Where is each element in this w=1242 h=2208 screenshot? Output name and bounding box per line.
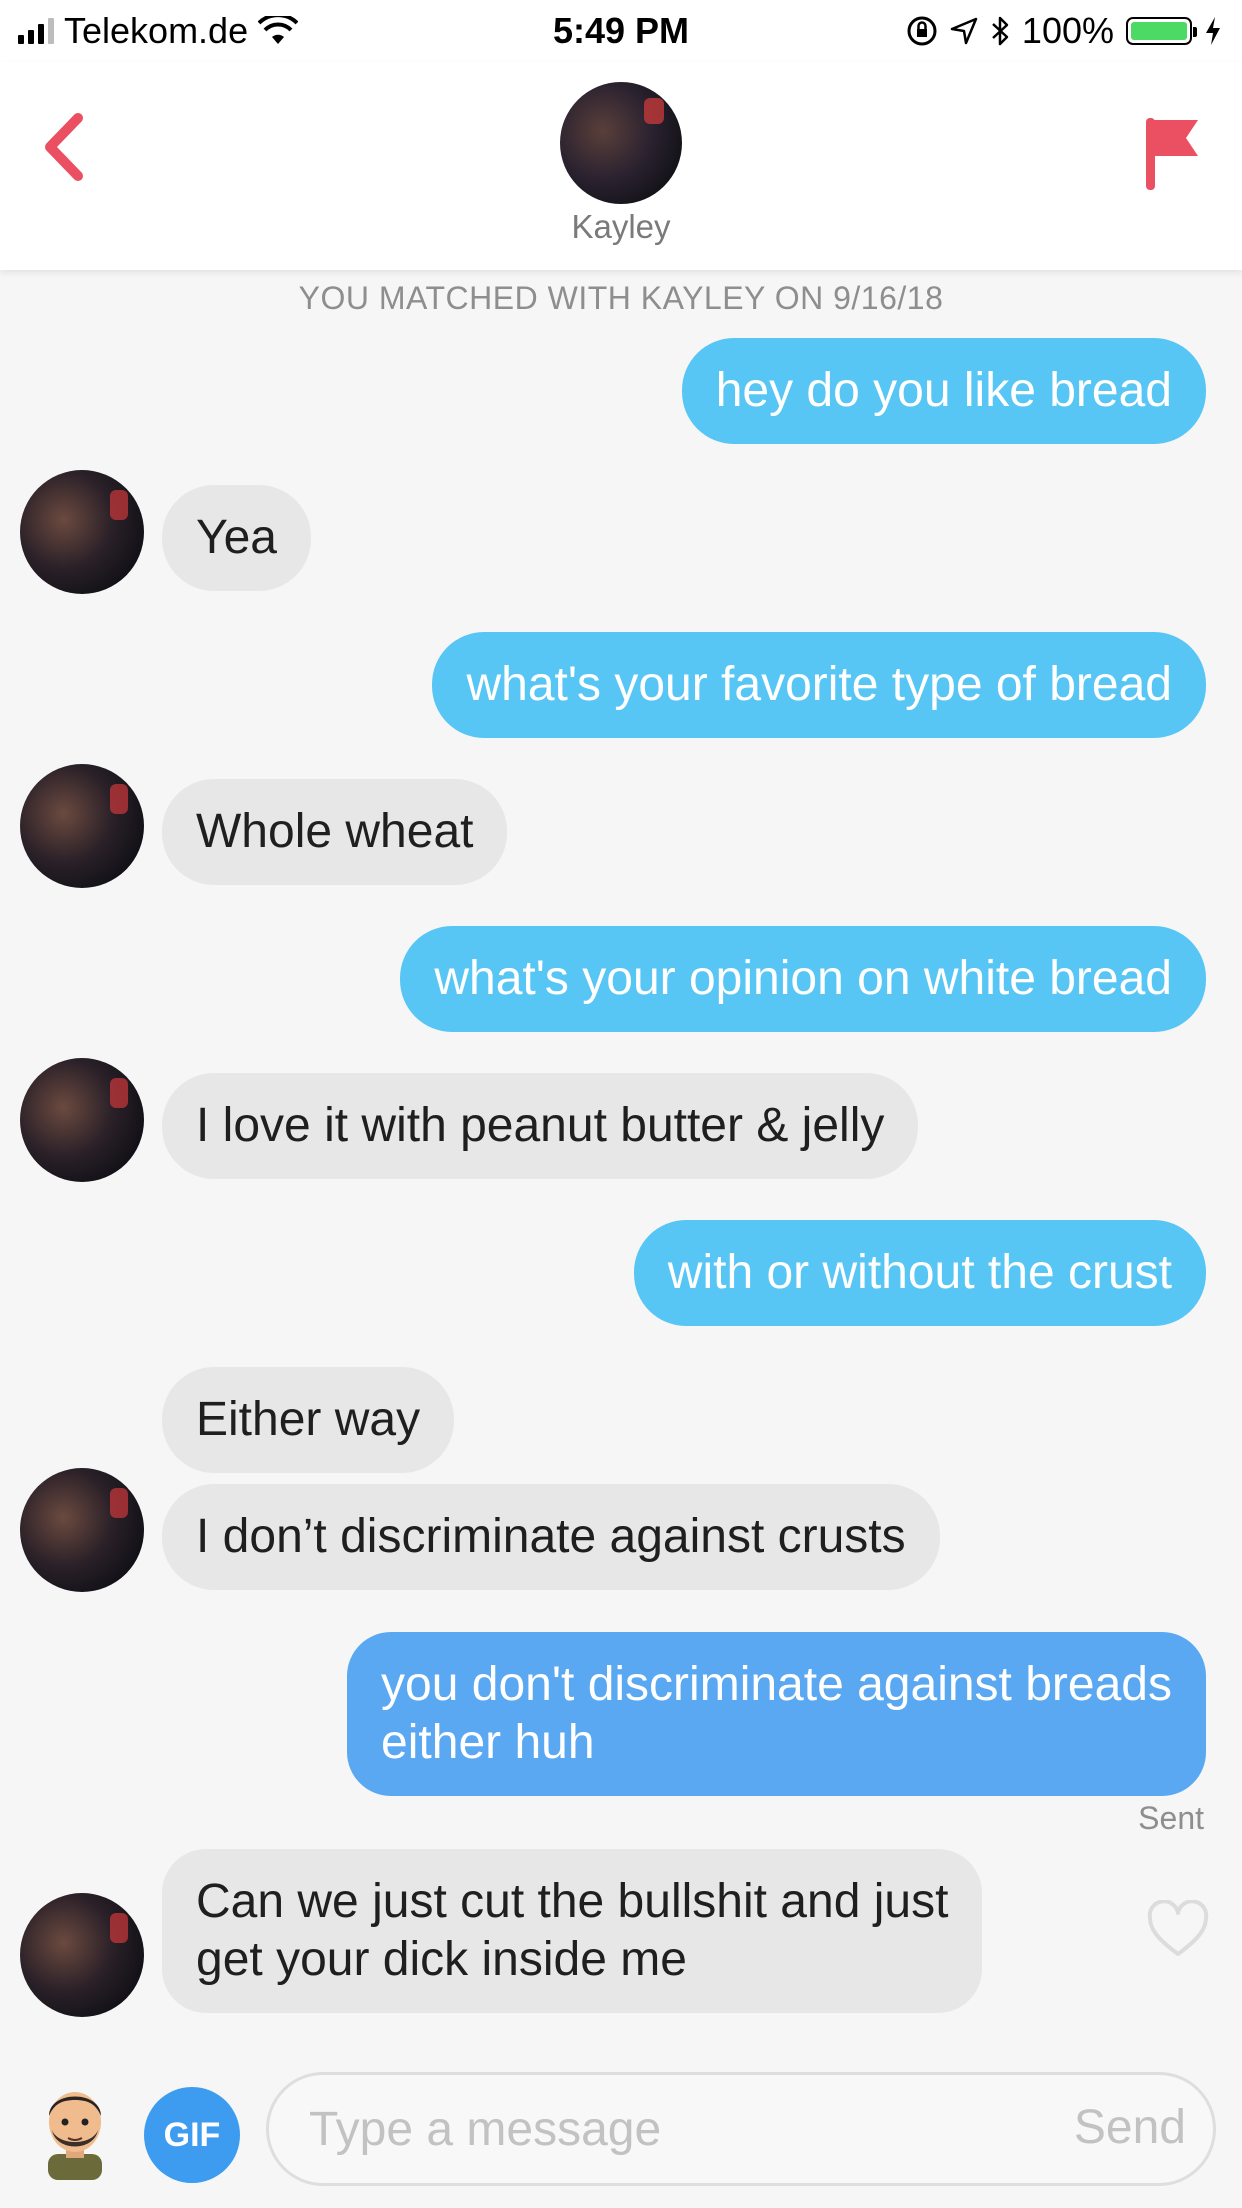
contact-name[interactable]: Kayley (0, 208, 1242, 246)
status-right: 100% (906, 10, 1222, 52)
message-text: with or without the crust (667, 1246, 1172, 1299)
flag-icon[interactable] (1140, 112, 1204, 194)
message-text: Yea (196, 511, 277, 564)
message-outgoing[interactable]: hey do you like bread (681, 338, 1206, 444)
message-text: what's your opinion on white bread (434, 952, 1172, 1005)
message-outgoing[interactable]: with or without the crust (633, 1220, 1206, 1326)
back-button[interactable] (30, 102, 100, 192)
message-text: what's your favorite type of bread (466, 658, 1172, 711)
message-incoming[interactable]: Either way (162, 1367, 455, 1473)
message-text: Either way (196, 1393, 421, 1446)
message-outgoing[interactable]: what's your favorite type of bread (432, 632, 1206, 738)
bluetooth-icon (992, 16, 1009, 46)
bitmoji-icon[interactable] (30, 2080, 120, 2180)
battery-icon (1126, 17, 1197, 45)
message-text: Whole wheat (196, 805, 474, 858)
message-incoming[interactable]: Whole wheat (162, 779, 508, 885)
contact-avatar[interactable] (560, 82, 682, 204)
sender-avatar[interactable] (20, 1058, 144, 1182)
chat-screen: Telekom.de 5:49 PM 100% Kayley YOU MATCH… (0, 0, 1242, 2208)
message-incoming[interactable]: I love it with peanut butter & jelly (162, 1073, 919, 1179)
orientation-lock-icon (907, 16, 937, 46)
heart-icon[interactable] (1146, 1900, 1210, 1960)
message-incoming[interactable]: Yea (162, 485, 311, 591)
message-text-line: either huh (381, 1716, 595, 1769)
battery-percent: 100% (1021, 10, 1114, 51)
message-text: hey do you like bread (715, 364, 1172, 417)
chat-header: Kayley (0, 62, 1242, 270)
match-notice: YOU MATCHED WITH KAYLEY ON 9/16/18 (298, 280, 944, 316)
message-text-line: Can we just cut the bullshit and just (196, 1875, 949, 1928)
sender-avatar[interactable] (20, 764, 144, 888)
message-outgoing[interactable]: what's your opinion on white bread (400, 926, 1206, 1032)
message-composer: GIF Send (0, 2040, 1242, 2208)
message-text: I love it with peanut butter & jelly (196, 1099, 885, 1152)
message-incoming[interactable]: I don’t discriminate against crusts (162, 1484, 940, 1590)
bolt-icon (1206, 17, 1220, 45)
message-incoming[interactable]: Can we just cut the bullshit and just ge… (162, 1849, 983, 2013)
location-arrow-icon (950, 17, 978, 45)
send-button[interactable]: Send (1074, 2100, 1186, 2155)
status-bar: Telekom.de 5:49 PM 100% (0, 0, 1242, 62)
message-text-line: get your dick inside me (196, 1933, 687, 1986)
message-outgoing[interactable]: you don't discriminate against breads ei… (347, 1632, 1206, 1796)
sender-avatar[interactable] (20, 470, 144, 594)
sender-avatar[interactable] (20, 1893, 144, 2017)
message-text-line: you don't discriminate against breads (381, 1658, 1172, 1711)
sent-status: Sent (1138, 1800, 1204, 1836)
sender-avatar[interactable] (20, 1468, 144, 1592)
gif-button[interactable]: GIF (144, 2087, 240, 2183)
message-text: I don’t discriminate against crusts (196, 1510, 906, 1563)
